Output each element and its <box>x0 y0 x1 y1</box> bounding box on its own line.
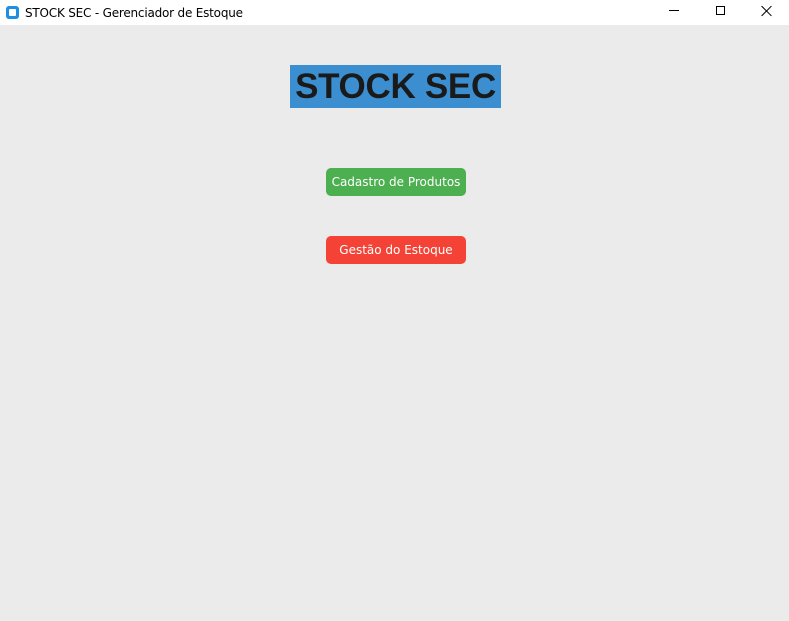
minimize-icon <box>669 9 679 11</box>
close-icon <box>761 5 772 16</box>
maximize-icon <box>715 5 725 15</box>
app-window: STOCK SEC - Gerenciador de Estoque STOCK… <box>0 0 789 621</box>
minimize-button[interactable] <box>651 0 697 20</box>
app-window-icon <box>6 6 19 19</box>
main-content: STOCK SEC Cadastro de Produtos Gestão do… <box>0 25 789 621</box>
window-controls <box>651 0 789 25</box>
close-button[interactable] <box>743 0 789 20</box>
window-title: STOCK SEC - Gerenciador de Estoque <box>25 5 243 20</box>
maximize-button[interactable] <box>697 0 743 20</box>
gestao-estoque-button[interactable]: Gestão do Estoque <box>326 236 466 264</box>
cadastro-produtos-button[interactable]: Cadastro de Produtos <box>326 168 466 196</box>
app-heading: STOCK SEC <box>290 65 501 108</box>
title-bar[interactable]: STOCK SEC - Gerenciador de Estoque <box>0 0 789 25</box>
